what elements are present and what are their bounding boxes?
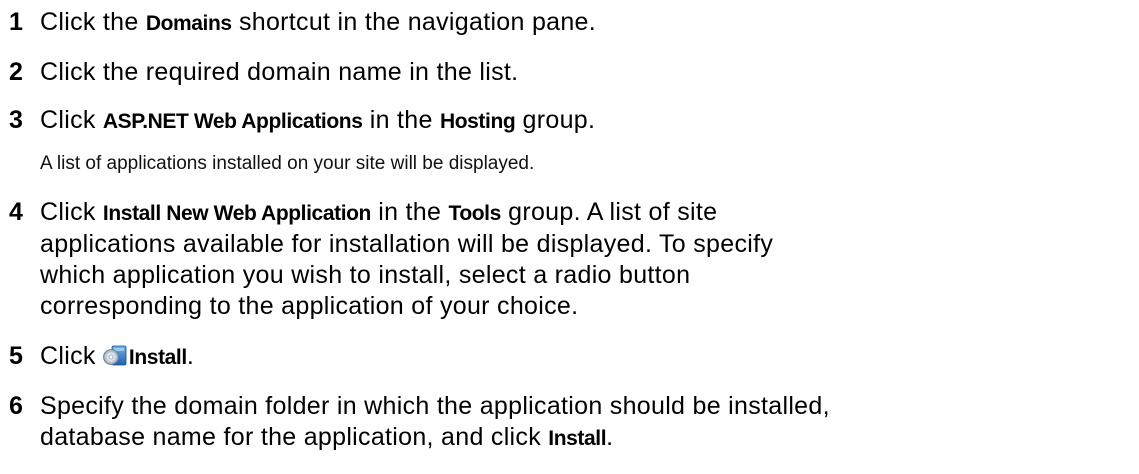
install-icon: [103, 342, 127, 366]
ui-term-install-new-web-application: Install New Web Application: [102, 202, 371, 225]
step-text: in the: [371, 198, 449, 226]
step-text: .: [606, 423, 614, 451]
step-text: Click the: [40, 8, 146, 36]
step-text: Click: [40, 198, 103, 226]
step-number: 6: [9, 392, 24, 420]
step-number: 4: [9, 198, 24, 226]
step-text: .: [186, 342, 195, 370]
step-text: which application you wish to install, s…: [40, 261, 691, 289]
step-text: group. A list of site: [500, 198, 718, 226]
step-number: 2: [9, 58, 24, 86]
ui-term-install: Install: [548, 427, 607, 450]
step-text: Click the required domain name in the li…: [40, 58, 519, 86]
step-4-line-2: applications available for installation …: [0, 228, 773, 260]
step-3-note: A list of applications installed on your…: [40, 153, 535, 174]
step-text: database name for the application, and c…: [40, 423, 549, 451]
step-1: 1 Click the Domains shortcut in the navi…: [0, 6, 596, 40]
step-text: corresponding to the application of your…: [40, 292, 579, 320]
step-2: 2 Click the required domain name in the …: [0, 56, 518, 88]
step-4-line-3: which application you wish to install, s…: [0, 259, 690, 291]
step-4: 4 Click Install New Web Application in t…: [0, 196, 717, 230]
ui-term-domains: Domains: [145, 12, 232, 35]
step-3: 3 Click ASP.NET Web Applications in the …: [0, 104, 595, 138]
step-text: shortcut in the navigation pane.: [231, 8, 597, 36]
step-text: group.: [515, 106, 596, 134]
step-number: 3: [9, 106, 24, 134]
ui-term-install: Install: [128, 346, 187, 369]
step-number: 5: [9, 342, 24, 370]
ui-term-tools: Tools: [448, 202, 501, 225]
step-text: in the: [362, 106, 440, 134]
step-text: Click: [40, 342, 103, 370]
step-6-line-2: database name for the application, and c…: [0, 421, 613, 455]
ui-term-hosting: Hosting: [439, 110, 516, 133]
step-text: Click: [40, 106, 103, 134]
step-5: 5 Click Install.: [0, 340, 194, 374]
step-number: 1: [9, 8, 24, 36]
step-4-line-4: corresponding to the application of your…: [0, 290, 578, 322]
ui-term-asp-net-web-applications: ASP.NET Web Applications: [102, 110, 363, 133]
step-text: Specify the domain folder in which the a…: [40, 392, 830, 420]
step-6: 6 Specify the domain folder in which the…: [0, 390, 830, 422]
step-text: applications available for installation …: [40, 230, 774, 258]
